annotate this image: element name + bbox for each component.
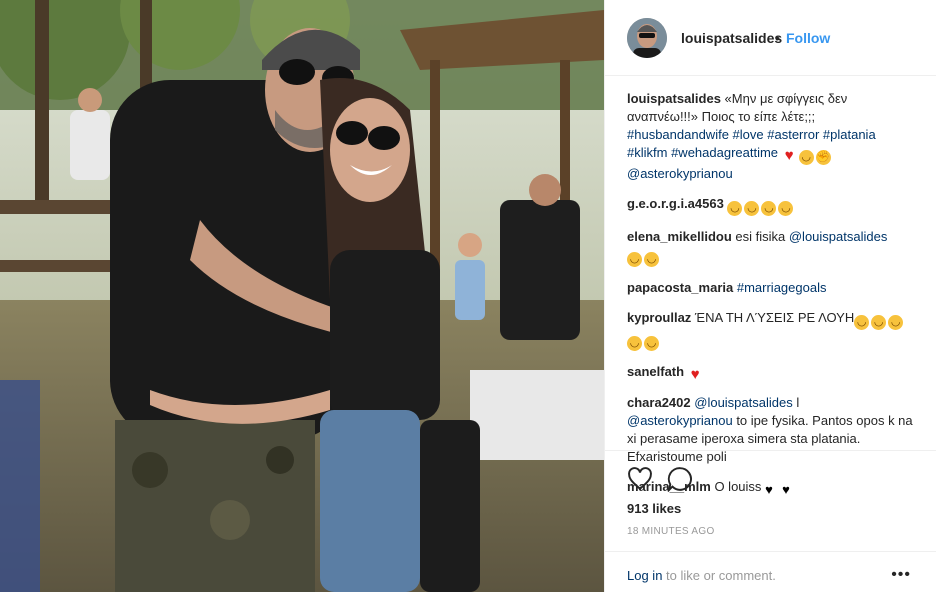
grinning-squinting-face-icon: ◡ (778, 201, 794, 216)
post-header: louispatsalides • Follow (605, 0, 936, 76)
comment: kyproullaz ΈΝΑ ΤΗ ΛΎΣΕΙΣ ΡΕ ΛΟΥΗ ◡ ◡ ◡ ◡ ◡ (627, 309, 917, 351)
comment: elena_mikellidou esi fisika @louispatsal… (627, 228, 917, 267)
comment: sanelfath ♥ (627, 363, 917, 382)
hashtag-link[interactable]: #asterror (767, 127, 819, 142)
comment-bubble-icon[interactable] (667, 466, 693, 493)
comment: g.e.o.r.g.i.a4563 ◡ ◡ ◡ ◡ (627, 195, 917, 216)
comment-text: l (792, 395, 800, 410)
red-heart-icon: ♥ (784, 147, 794, 164)
caption: louispatsalides «Μην με σφίγγεις δεν ανα… (627, 90, 917, 183)
login-text: Log in to like or comment. (627, 568, 776, 583)
hashtag-link[interactable]: #husbandandwife (627, 127, 729, 142)
post-photo[interactable] (0, 0, 604, 592)
grinning-squinting-face-icon: ◡ (627, 336, 642, 351)
comment-text: esi fisika (735, 229, 789, 244)
comment-username-link[interactable]: chara2402 (627, 395, 691, 410)
hashtag-link[interactable]: #platania (823, 127, 876, 142)
avatar-image (627, 18, 667, 58)
flexed-biceps-icon: ✊ (815, 150, 831, 165)
like-glyph (628, 467, 652, 491)
post-actions: 913 likes 18 MINUTES AGO Log in to like … (605, 450, 936, 593)
grinning-squinting-face-icon: ◡ (871, 315, 887, 330)
hashtag-link[interactable]: #love (733, 127, 764, 142)
caption-username-link[interactable]: louispatsalides (627, 91, 721, 106)
photo-illustration (0, 0, 604, 592)
header-separator: • (775, 30, 780, 46)
hugging-face-icon: ◡ (644, 252, 659, 267)
comment-username-link[interactable]: g.e.o.r.g.i.a4563 (627, 196, 724, 211)
follow-button[interactable]: Follow (786, 30, 830, 46)
hashtag-link[interactable]: #wehadagreattime (671, 145, 778, 160)
grinning-squinting-face-icon: ◡ (888, 315, 904, 330)
grinning-squinting-face-icon: ◡ (761, 201, 777, 216)
instagram-post: louispatsalides • Follow louispatsalides… (0, 0, 936, 592)
login-rest-text: to like or comment. (662, 568, 776, 583)
comment: papacosta_maria #marriagegoals (627, 279, 917, 297)
post-side-panel: louispatsalides • Follow louispatsalides… (604, 0, 936, 592)
smiling-face-with-sunglasses-icon: ◡ (798, 150, 814, 165)
avatar[interactable] (627, 18, 667, 58)
header-username-link[interactable]: louispatsalides (681, 30, 782, 46)
grinning-squinting-face-icon: ◡ (854, 315, 870, 330)
mention-link[interactable]: @asterokyprianou (627, 166, 733, 181)
comment-username-link[interactable]: sanelfath (627, 364, 684, 379)
login-link[interactable]: Log in (627, 568, 662, 583)
hashtag-link[interactable]: #marriagegoals (737, 280, 827, 295)
more-options-icon[interactable]: ••• (891, 566, 911, 584)
grinning-squinting-face-icon: ◡ (744, 201, 760, 216)
hashtag-link[interactable]: #klikfm (627, 145, 667, 160)
comment-text: ΈΝΑ ΤΗ ΛΎΣΕΙΣ ΡΕ ΛΟΥΗ (694, 310, 855, 325)
post-timestamp[interactable]: 18 MINUTES AGO (627, 526, 715, 537)
red-heart-icon: ♥ (690, 366, 700, 383)
mention-link[interactable]: @louispatsalides (789, 229, 887, 244)
hugging-face-icon: ◡ (627, 252, 642, 267)
comment-username-link[interactable]: elena_mikellidou (627, 229, 732, 244)
comment-glyph (667, 467, 692, 493)
mention-link[interactable]: @asterokyprianou (627, 413, 733, 428)
mention-link[interactable]: @louispatsalides (694, 395, 792, 410)
rolling-on-the-floor-laughing-icon: ◡ (644, 336, 659, 351)
comments-list: louispatsalides «Μην με σφίγγεις δεν ανα… (627, 90, 917, 509)
heart-outline-icon[interactable] (627, 466, 653, 492)
login-prompt: Log in to like or comment. ••• (605, 551, 936, 594)
comment-username-link[interactable]: kyproullaz (627, 310, 691, 325)
likes-count[interactable]: 913 likes (627, 501, 681, 516)
comment-username-link[interactable]: papacosta_maria (627, 280, 733, 295)
grinning-squinting-face-icon: ◡ (727, 201, 743, 216)
